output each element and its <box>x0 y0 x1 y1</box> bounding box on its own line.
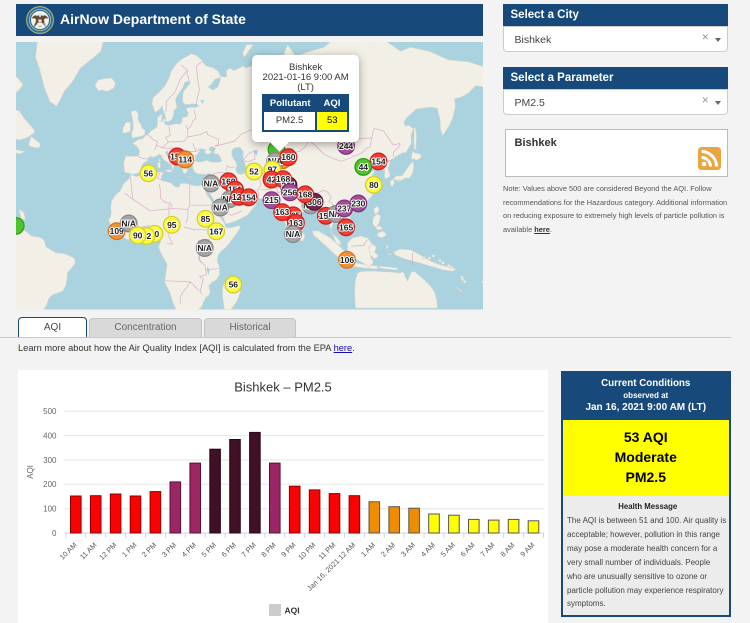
svg-text:165: 165 <box>339 222 353 232</box>
svg-text:0: 0 <box>52 529 57 538</box>
svg-text:95: 95 <box>167 220 177 230</box>
svg-text:AQI: AQI <box>26 465 35 479</box>
svg-text:215: 215 <box>264 195 278 205</box>
svg-text:90: 90 <box>132 230 142 240</box>
svg-text:256: 256 <box>282 187 296 197</box>
svg-text:N/A: N/A <box>197 243 212 253</box>
svg-text:230: 230 <box>351 198 365 208</box>
svg-text:N/A: N/A <box>121 218 136 228</box>
svg-text:163: 163 <box>275 207 289 217</box>
svg-text:100: 100 <box>43 505 57 514</box>
svg-text:44: 44 <box>358 162 368 172</box>
svg-text:N/A: N/A <box>285 229 300 239</box>
svg-text:56: 56 <box>228 280 238 290</box>
svg-text:80: 80 <box>369 180 379 190</box>
svg-text:200: 200 <box>43 480 57 489</box>
svg-text:106: 106 <box>339 255 353 265</box>
svg-text:56: 56 <box>143 168 153 178</box>
svg-text:400: 400 <box>43 431 57 440</box>
svg-text:154: 154 <box>371 156 385 166</box>
svg-text:85: 85 <box>200 214 210 224</box>
svg-text:AQI: AQI <box>285 606 300 616</box>
svg-text:52: 52 <box>249 167 259 177</box>
svg-text:Bishkek – PM2.5: Bishkek – PM2.5 <box>234 380 332 395</box>
svg-text:154: 154 <box>241 192 255 202</box>
svg-text:N/A: N/A <box>213 203 228 213</box>
svg-text:114: 114 <box>178 155 192 165</box>
svg-text:300: 300 <box>43 456 57 465</box>
svg-text:244: 244 <box>339 141 353 151</box>
svg-text:167: 167 <box>209 226 223 236</box>
svg-text:500: 500 <box>43 407 57 416</box>
svg-text:168: 168 <box>298 189 312 199</box>
svg-text:N/A: N/A <box>203 179 218 189</box>
svg-text:160: 160 <box>281 152 295 162</box>
